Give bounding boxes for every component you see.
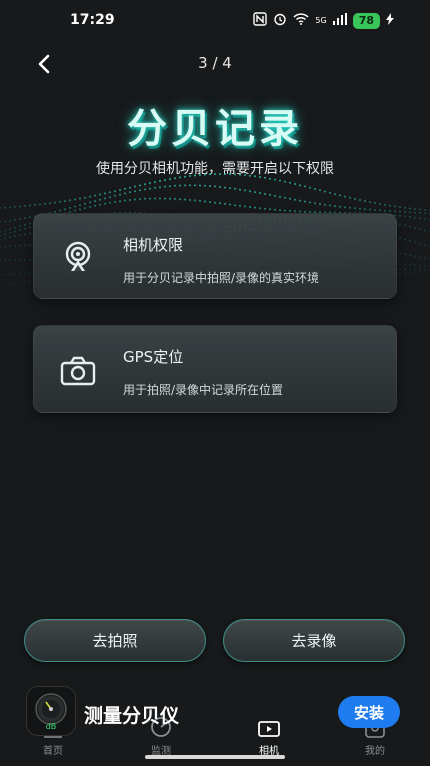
app-promo-banner[interactable]: dB 测量分贝仪 安装 [26, 686, 406, 736]
install-button[interactable]: 安装 [338, 696, 400, 728]
app-icon-label: dB [46, 722, 57, 731]
home-indicator [145, 755, 285, 759]
battery-level: 78 [352, 12, 380, 29]
camera-permission-icon [59, 238, 97, 276]
app-icon: dB [26, 686, 76, 736]
network-label: 5G [315, 16, 327, 25]
status-time: 17:29 [70, 12, 115, 28]
alarm-icon [273, 12, 287, 29]
permission-card-camera[interactable]: 相机权限 用于分贝记录中拍照/录像的真实环境 [33, 213, 397, 299]
tab-label: 首页 [43, 746, 63, 757]
permission-card-gps[interactable]: GPS定位 用于拍照/录像中记录所在位置 [33, 325, 397, 413]
camera-icon [59, 352, 97, 390]
record-video-button[interactable]: 去录像 [223, 619, 405, 662]
top-bar: 3 / 4 [0, 46, 430, 80]
permission-desc: 用于拍照/录像中记录所在位置 [123, 383, 284, 397]
tab-label: 我的 [365, 746, 385, 757]
take-photo-button[interactable]: 去拍照 [24, 619, 206, 662]
permission-title: 相机权限 [123, 236, 184, 254]
wifi-icon [293, 13, 309, 28]
promo-app-name: 测量分贝仪 [84, 705, 180, 727]
permission-desc: 用于分贝记录中拍照/录像的真实环境 [123, 271, 320, 285]
permission-title: GPS定位 [123, 348, 184, 366]
charging-icon [386, 13, 394, 28]
status-bar: 17:29 5G 78 [0, 0, 430, 42]
page-title: 分贝记录 [127, 106, 303, 152]
nfc-icon [253, 12, 268, 29]
status-icons: 5G 78 [253, 12, 394, 29]
step-indicator: 3 / 4 [198, 54, 232, 72]
signal-icon [332, 13, 347, 28]
